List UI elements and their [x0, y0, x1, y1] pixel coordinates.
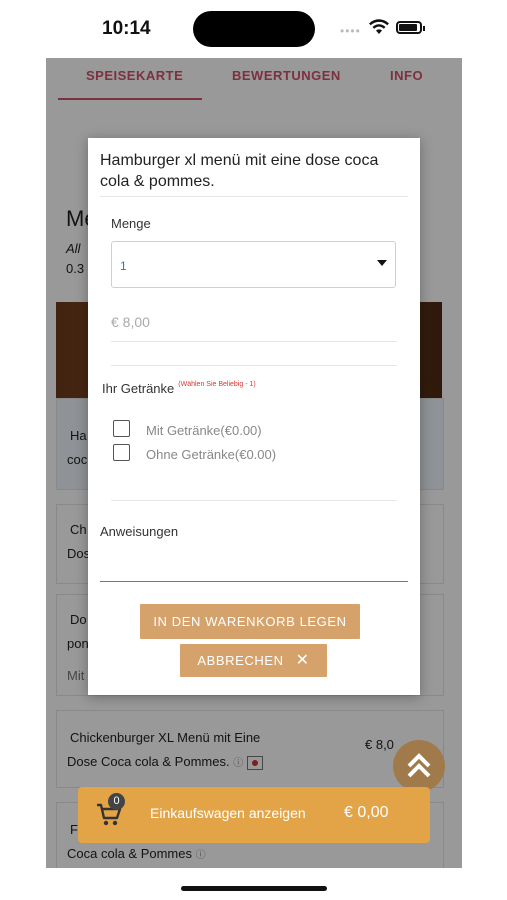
instructions-label: Anweisungen	[100, 524, 179, 539]
drinks-label: Ihr Getränke (Wählen Sie Beliebig - 1)	[102, 381, 256, 396]
home-indicator[interactable]	[181, 886, 327, 891]
option-label[interactable]: Mit Getränke(€0.00)	[146, 423, 262, 438]
close-icon: ✕	[295, 652, 310, 669]
checkbox-ohne-getraenke[interactable]	[113, 444, 130, 461]
divider	[100, 196, 408, 197]
product-options-dialog: Hamburger xl menü mit eine dose coca col…	[88, 138, 420, 695]
wifi-icon	[369, 19, 389, 34]
quantity-select[interactable]: 1	[111, 241, 396, 288]
status-time: 10:14	[102, 18, 151, 39]
dynamic-island	[193, 11, 315, 47]
battery-icon	[396, 21, 425, 34]
quantity-label: Menge	[111, 216, 151, 231]
divider	[111, 500, 397, 501]
dialog-title: Hamburger xl menü mit eine dose coca col…	[100, 152, 379, 190]
cancel-button[interactable]: ABBRECHEN ✕	[180, 644, 327, 677]
cart-total: € 0,00	[344, 804, 389, 821]
scroll-to-top-button[interactable]	[393, 740, 445, 792]
checkbox-mit-getraenke[interactable]	[113, 420, 130, 437]
view-cart-bar[interactable]: 0 Einkaufswagen anzeigen € 0,00	[78, 787, 430, 843]
instructions-input[interactable]	[100, 581, 408, 582]
option-label[interactable]: Ohne Getränke(€0.00)	[146, 447, 276, 462]
quantity-value: 1	[120, 259, 127, 273]
double-chevron-up-icon	[407, 753, 431, 778]
cart-count-badge: 0	[108, 793, 125, 810]
divider	[111, 365, 397, 366]
divider	[111, 341, 397, 342]
item-price: € 8,00	[111, 314, 150, 330]
view-cart-label: Einkaufswagen anzeigen	[150, 805, 306, 821]
caret-down-icon	[377, 260, 387, 266]
status-bar: 10:14 ••••	[0, 0, 507, 58]
cellular-signal-icon: ••••	[340, 24, 361, 38]
drinks-hint: (Wählen Sie Beliebig - 1)	[178, 381, 256, 388]
add-to-cart-button[interactable]: IN DEN WARENKORB LEGEN	[140, 604, 360, 639]
